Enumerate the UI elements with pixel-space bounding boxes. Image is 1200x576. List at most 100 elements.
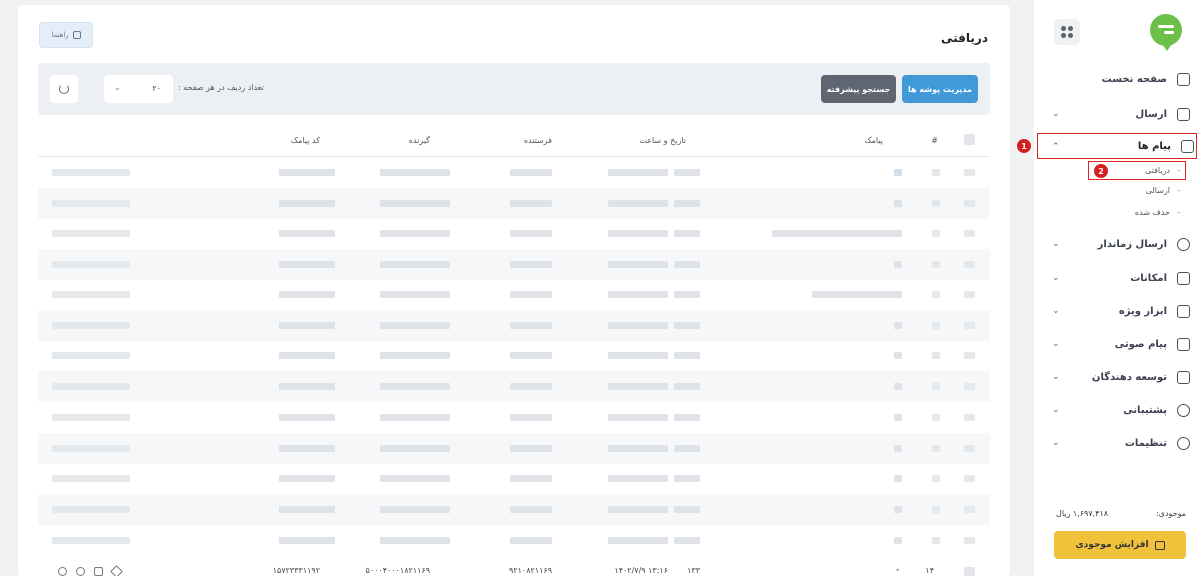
help-icon (72, 31, 81, 39)
select-all-checkbox[interactable] (964, 134, 975, 145)
row-datetime-redacted (608, 322, 668, 329)
table-row[interactable] (38, 157, 990, 188)
row-code-redacted (279, 352, 335, 359)
row-index-redacted (932, 261, 940, 268)
table-row[interactable] (38, 494, 990, 525)
row-index: ۱۴ (925, 566, 934, 575)
row-sender-redacted (510, 414, 552, 421)
sidebar-item-support[interactable]: ⌄ پشتیبانی (1038, 397, 1192, 423)
column-header: کد پیامک (290, 136, 320, 145)
table-row[interactable] (38, 433, 990, 464)
row-time-redacted (674, 537, 700, 544)
row-sender-redacted (510, 261, 552, 268)
refresh-button[interactable] (50, 75, 78, 103)
manage-folders-button[interactable]: مدیریت پوشه ها (902, 75, 978, 103)
sidebar-item-messages[interactable]: ⌃ پیام ها (1037, 133, 1197, 159)
chevron-up-icon: ⌃ (1052, 142, 1060, 152)
search-icon[interactable] (58, 567, 67, 576)
apps-grid-button[interactable] (1054, 19, 1080, 45)
row-receiver-redacted (380, 322, 450, 329)
main-panel: دریافتی راهنما مدیریت پوشه ها جستجو پیشر… (18, 5, 1010, 576)
row-datetime-redacted (608, 475, 668, 482)
table-row[interactable] (38, 279, 990, 310)
row-code-redacted (279, 445, 335, 452)
row-code-redacted (279, 322, 335, 329)
row-receiver-redacted (380, 230, 450, 237)
row-datetime-redacted (608, 414, 668, 421)
refresh-icon (59, 84, 69, 94)
advanced-search-button[interactable]: جستجو پیشرفته (821, 75, 896, 103)
row-checkbox[interactable] (964, 567, 975, 576)
sidebar-item-home[interactable]: صفحه نخست (1038, 66, 1192, 92)
row-code-redacted (279, 475, 335, 482)
row-sender-redacted (510, 230, 552, 237)
table-row[interactable] (38, 371, 990, 402)
messages-icon (1181, 139, 1194, 153)
row-index-redacted (932, 352, 940, 359)
sidebar-item-scheduled[interactable]: ⌄ ارسال زماندار (1038, 231, 1192, 257)
row-datetime: ۱۴۰۲/۷/۹ ۱۳:۱۶ (614, 566, 668, 575)
sidebar-item-settings[interactable]: ⌄ تنظیمات (1038, 430, 1192, 456)
dot-icon: • (895, 566, 900, 575)
row-receiver: ۵۰۰۰۴۰۰۰۱۸۲۱۱۶۹ (365, 566, 430, 575)
annotation-badge: 1 (1017, 139, 1031, 153)
row-datetime-redacted (608, 291, 668, 298)
table-row[interactable]: ۱۴ • ۱۳۳ ۱۴۰۲/۷/۹ ۱۳:۱۶ ۹۲۱۰۸۲۱۱۶۹ ۵۰۰۰۴… (38, 558, 990, 576)
row-time-redacted (674, 352, 700, 359)
chevron-down-icon: ⌄ (1052, 109, 1060, 119)
subitem-sent[interactable]: ارسالی (1146, 186, 1170, 195)
row-message-redacted (772, 230, 902, 237)
sliders-icon (1177, 271, 1190, 285)
row-receiver-redacted (380, 414, 450, 421)
table-row[interactable] (38, 463, 990, 494)
row-message-redacted (894, 475, 902, 482)
table-row[interactable] (38, 310, 990, 341)
send-icon[interactable] (110, 565, 123, 576)
table-row[interactable] (38, 402, 990, 433)
row-message-redacted (812, 291, 902, 298)
row-datetime-redacted (608, 261, 668, 268)
row-checkbox-redacted (964, 291, 975, 298)
row-actions-redacted (52, 383, 130, 390)
message-icon[interactable] (94, 567, 103, 576)
sidebar-item-developers[interactable]: ⌄ توسعه دهندگان (1038, 364, 1192, 390)
row-receiver-redacted (380, 200, 450, 207)
sidebar-item-send[interactable]: ⌄ ارسال (1038, 101, 1192, 127)
subitem-received[interactable]: دریافتی (1145, 166, 1170, 175)
row-index-redacted (932, 200, 940, 207)
table-row[interactable] (38, 188, 990, 219)
row-sender-redacted (510, 475, 552, 482)
table-row[interactable] (38, 249, 990, 280)
table-row[interactable] (38, 525, 990, 556)
row-receiver-redacted (380, 445, 450, 452)
column-header: فرستنده (523, 136, 552, 145)
row-sender-redacted (510, 352, 552, 359)
row-time-redacted (674, 383, 700, 390)
row-sender-redacted (510, 322, 552, 329)
table-row[interactable] (38, 340, 990, 371)
chevron-down-icon: ⌄ (1052, 273, 1060, 283)
row-index-redacted (932, 537, 940, 544)
row-sender-redacted (510, 291, 552, 298)
row-message-redacted (894, 445, 902, 452)
table-row[interactable] (38, 218, 990, 249)
row-receiver-redacted (380, 291, 450, 298)
row-time-redacted (674, 445, 700, 452)
row-sender-redacted (510, 537, 552, 544)
row-message-redacted (894, 322, 902, 329)
user-icon[interactable] (76, 567, 85, 576)
row-actions-redacted (52, 475, 130, 482)
logo[interactable] (1150, 14, 1182, 51)
sidebar-item-voice[interactable]: ⌄ پیام صوتی (1038, 331, 1192, 357)
help-button[interactable]: راهنما (39, 22, 93, 48)
chevron-down-icon: ⌄ (1052, 306, 1060, 316)
row-receiver-redacted (380, 169, 450, 176)
sidebar-item-features[interactable]: ⌄ امکانات (1038, 265, 1192, 291)
subitem-deleted[interactable]: حذف شده (1135, 208, 1170, 217)
rows-per-page-select[interactable]: ۲۰ ⌄ (104, 75, 173, 103)
row-receiver-redacted (380, 537, 450, 544)
sidebar-item-tools[interactable]: ⌄ ابزار ویژه (1038, 298, 1192, 324)
row-actions-redacted (52, 537, 130, 544)
row-actions-redacted (52, 322, 130, 329)
topup-button[interactable]: افزایش موجودی (1054, 531, 1186, 559)
